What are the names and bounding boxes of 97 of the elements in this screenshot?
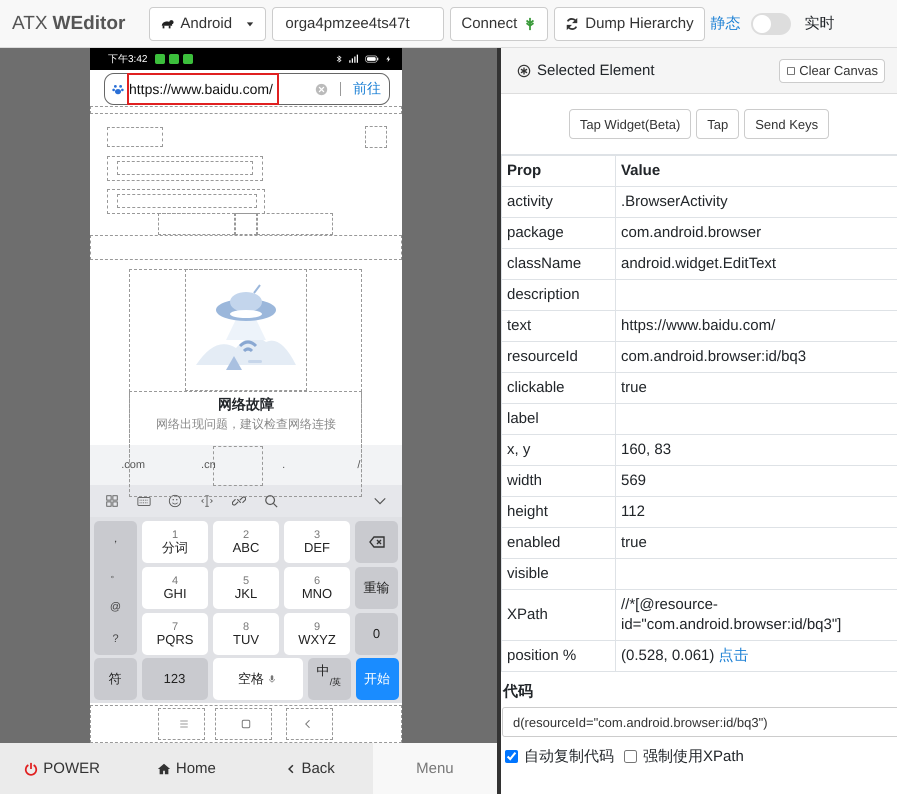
app-title: WEditor (52, 12, 126, 34)
option-checkbox[interactable] (624, 750, 637, 763)
caret-icon (245, 20, 256, 28)
power-icon (24, 762, 38, 776)
url-text: https://www.baidu.com/ (129, 81, 273, 97)
static-mode-label: 静态 (710, 14, 741, 33)
prop-cell: width (502, 466, 616, 496)
realtime-mode-label: 实时 (804, 14, 835, 33)
go-button[interactable]: 前往 (353, 80, 381, 98)
dial-key[interactable]: 3 DEF (284, 521, 350, 563)
clear-icon (315, 82, 328, 96)
bounds-outline (365, 126, 387, 148)
prop-cell: enabled (502, 528, 616, 558)
notification-icon (183, 54, 194, 64)
connect-button[interactable]: Connect (450, 6, 548, 40)
language-key[interactable]: 中 /英 (308, 658, 350, 700)
suggestion-key[interactable]: . (248, 459, 319, 471)
keyboard-icon (136, 494, 151, 508)
backspace-key[interactable] (355, 521, 398, 563)
dial-key[interactable]: 6 MNO (284, 567, 350, 609)
menu-icon (178, 718, 190, 730)
prop-cell: XPath (502, 590, 616, 640)
notification-icon (169, 54, 180, 64)
signal-icon (347, 54, 359, 64)
number-key[interactable]: 123 (142, 658, 208, 700)
dial-key[interactable]: 1 分词 (142, 521, 208, 563)
prop-cell: position % (502, 640, 616, 672)
option-checkbox[interactable] (505, 750, 518, 763)
serial-field[interactable]: orga4pmzee4ts47t (272, 6, 444, 40)
dial-key[interactable]: 5 JKL (213, 567, 279, 609)
backspace-icon (368, 534, 386, 550)
value-cell: (0.528, 0.061) (621, 647, 714, 664)
search-icon (264, 494, 278, 508)
prop-cell: clickable (502, 372, 616, 404)
bluetooth-icon (335, 54, 343, 64)
battery-icon (363, 54, 381, 64)
dial-key[interactable]: 4 GHI (142, 567, 208, 609)
symbol-key[interactable]: @ (110, 601, 122, 613)
dial-key[interactable]: 2 ABC (213, 521, 279, 563)
action-button[interactable]: Tap (696, 109, 740, 139)
address-bar[interactable]: https://www.baidu.com/ 前往 (104, 73, 390, 105)
refresh-icon (565, 16, 580, 30)
prop-cell: label (502, 404, 616, 434)
asterisk-icon (517, 64, 531, 78)
bounds-outline (107, 127, 163, 147)
suggestion-key[interactable]: .com (98, 459, 168, 471)
suggestion-key[interactable]: .cn (173, 459, 244, 471)
mode-toggle[interactable] (750, 12, 791, 34)
link-icon (232, 494, 246, 508)
dial-key[interactable]: 8 TUV (213, 613, 279, 655)
dump-hierarchy-button[interactable]: Dump Hierarchy (554, 6, 705, 40)
home-icon (156, 762, 171, 776)
notification-icon (155, 54, 166, 64)
prop-cell: className (502, 248, 616, 280)
status-time: 下午3:42 (108, 53, 148, 66)
square-icon (240, 718, 252, 730)
clear-canvas-button[interactable]: Clear Canvas (779, 58, 885, 82)
symbol-key[interactable]: ? (112, 633, 119, 645)
prop-cell: description (502, 280, 616, 310)
prop-cell: package (502, 218, 616, 248)
prop-cell: activity (502, 186, 616, 218)
symbol-key[interactable]: 符 (94, 658, 136, 700)
error-title: 网络故障 (218, 395, 274, 414)
action-button[interactable]: Send Keys (744, 109, 830, 139)
code-label: 代码 (502, 682, 534, 702)
dial-key[interactable]: 9 WXYZ (284, 613, 350, 655)
smiley-icon (168, 494, 182, 508)
square-icon (786, 66, 796, 76)
symbol-key[interactable]: ， (110, 531, 121, 546)
zero-key[interactable]: 0 (355, 613, 398, 655)
grid-icon (104, 494, 119, 508)
platform-dropdown[interactable]: Android (149, 6, 266, 40)
nav-button[interactable]: Menu (372, 743, 497, 794)
column-header: Value (616, 156, 897, 186)
error-message: 网络出现问题，建议检查网络连接 (156, 416, 336, 432)
suggestion-key[interactable]: / (324, 459, 394, 471)
prop-cell: x, y (502, 434, 616, 466)
symbol-key[interactable]: 。 (110, 566, 121, 581)
space-key[interactable]: 空格 (212, 658, 302, 700)
prop-cell: resourceId (502, 342, 616, 372)
mic-icon (267, 673, 277, 685)
column-header: Prop (502, 156, 616, 186)
prop-cell: visible (502, 558, 616, 590)
option-label: 自动复制代码 (524, 747, 614, 766)
charging-icon (385, 54, 392, 64)
option-label: 强制使用XPath (643, 747, 744, 766)
paw-icon (111, 82, 125, 96)
reset-key[interactable]: 重输 (355, 567, 398, 609)
cursor-icon (200, 494, 214, 508)
code-field[interactable]: d(resourceId="com.android.browser:id/bq3") (502, 707, 897, 737)
action-button[interactable]: Tap Widget(Beta) (568, 109, 692, 139)
prop-cell: text (502, 310, 616, 342)
dial-key[interactable]: 7 PQRS (142, 613, 208, 655)
click-link[interactable]: 点击 (718, 647, 749, 664)
prop-cell: height (502, 496, 616, 528)
app-title-prefix: ATX (12, 12, 48, 34)
panel-title: Selected Element (537, 62, 655, 79)
